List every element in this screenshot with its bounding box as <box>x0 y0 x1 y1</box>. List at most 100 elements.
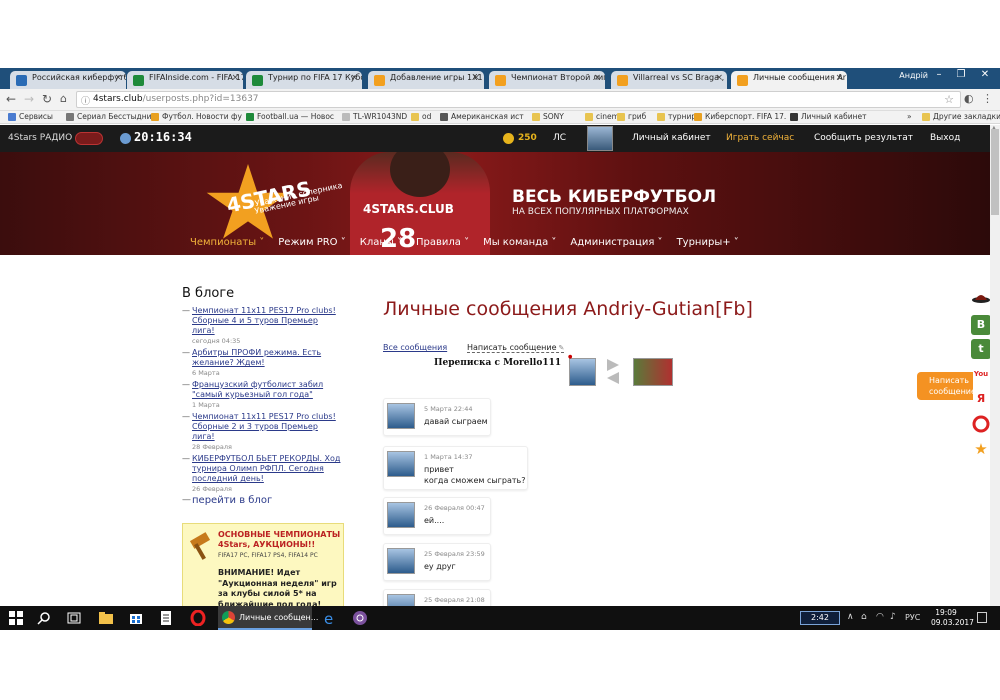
menu-icon[interactable]: ⋮ <box>982 92 993 105</box>
twitter-icon[interactable]: t <box>971 339 991 359</box>
window-user[interactable]: Андрій <box>899 71 928 80</box>
bookmark-item[interactable]: Сериал Бесстыдник <box>66 112 156 121</box>
minimize-button[interactable]: – <box>930 69 948 80</box>
url-input[interactable]: ⓘ 4stars.club/userposts.php?id=13637 ☆ <box>76 91 961 108</box>
tab-close-icon[interactable]: × <box>715 73 723 83</box>
tray-clock[interactable]: 19:09 09.03.2017 <box>931 608 974 628</box>
blog-more-link[interactable]: перейти в блог <box>182 495 272 506</box>
opera-icon[interactable] <box>190 610 206 626</box>
wifi-icon[interactable]: ◠ <box>876 612 884 622</box>
blog-item-title[interactable]: КИБЕРФУТБОЛ БЬЕТ РЕКОРДЫ. Ход турнира Ол… <box>192 454 342 484</box>
menu-rules[interactable]: Правила ˅ <box>416 237 469 248</box>
hat-icon[interactable] <box>971 288 991 308</box>
radio-toggle[interactable] <box>75 132 103 145</box>
tab-close-icon[interactable]: × <box>231 73 239 83</box>
bookmark-item[interactable]: Американская ист <box>440 112 524 121</box>
logout-link[interactable]: Выход <box>930 133 960 143</box>
file-explorer-icon[interactable] <box>98 610 114 626</box>
browser-tab[interactable]: FIFAInside.com - FIFA 17 × <box>127 71 243 89</box>
menu-pro-mode[interactable]: Режим PRO ˅ <box>278 237 345 248</box>
lifebuoy-icon[interactable] <box>971 414 991 434</box>
message-avatar[interactable] <box>387 502 415 528</box>
report-result-link[interactable]: Сообщить результат <box>814 133 913 143</box>
notifications-icon[interactable] <box>977 612 987 623</box>
edge-icon[interactable]: e <box>322 610 338 626</box>
close-window-button[interactable]: ✕ <box>976 69 994 80</box>
tab-close-icon[interactable]: × <box>114 73 122 83</box>
tab-close-icon[interactable]: × <box>593 73 601 83</box>
play-now-link[interactable]: Играть сейчас <box>726 133 794 143</box>
reload-button[interactable]: ↻ <box>42 92 52 106</box>
bookmark-item[interactable]: турнир <box>657 112 696 121</box>
own-avatar[interactable]: ● <box>568 354 596 386</box>
menu-administration[interactable]: Администрация ˅ <box>570 237 662 248</box>
blog-item-title[interactable]: Чемпионат 11х11 PES17 Pro clubs! Сборные… <box>192 306 342 336</box>
partner-avatar[interactable] <box>633 358 673 386</box>
bookmark-item[interactable]: Football.ua — Новос <box>246 112 334 121</box>
user-avatar[interactable] <box>587 126 613 151</box>
blog-item-title[interactable]: Французский футболист забил "самый курье… <box>192 380 342 400</box>
bookmark-item[interactable]: SONY <box>532 112 564 121</box>
extension-icon[interactable]: ◐ <box>964 92 974 105</box>
feedback-tab[interactable]: Написать сообщение <box>917 372 976 400</box>
blog-item-title[interactable]: Арбитры ПРОФИ режима. Есть желание? Ждем… <box>192 348 342 368</box>
vk-icon[interactable]: В <box>971 315 991 335</box>
browser-tab[interactable]: Турнир по FIFA 17 Кубо × <box>246 71 362 89</box>
menu-championships[interactable]: Чемпионаты ˅ <box>190 237 264 248</box>
bookmark-item[interactable]: od <box>411 112 431 121</box>
forward-button[interactable]: → <box>24 92 34 106</box>
message-avatar[interactable] <box>387 403 415 429</box>
blog-item[interactable]: Чемпионат 11х11 PES17 Pro clubs! Сборные… <box>182 412 342 451</box>
tray-expand-icon[interactable]: ∧ <box>847 612 854 622</box>
blog-item[interactable]: Французский футболист забил "самый курье… <box>182 380 342 409</box>
document-icon[interactable] <box>158 610 174 626</box>
blog-item[interactable]: Чемпионат 11х11 PES17 Pro clubs! Сборные… <box>182 306 342 345</box>
taskbar-chrome-task[interactable]: Личные сообщен... <box>218 606 318 630</box>
menu-tournaments[interactable]: Турниры+ ˅ <box>677 237 739 248</box>
volume-icon[interactable]: ♪ <box>890 612 896 622</box>
browser-tab[interactable]: Российская киберфутб × <box>10 71 126 89</box>
windows-start-icon[interactable] <box>8 610 24 626</box>
tray-counter[interactable]: 2:42 <box>800 611 840 625</box>
youtube-icon[interactable]: You <box>971 364 991 384</box>
tab-all-messages[interactable]: Все сообщения <box>383 343 447 352</box>
bookmark-item[interactable]: TL-WR1043ND <box>342 112 407 121</box>
page-scrollbar[interactable]: ▲ ▼ <box>990 125 1000 630</box>
private-messages-link[interactable]: ЛС <box>553 133 566 143</box>
blog-item[interactable]: КИБЕРФУТБОЛ БЬЕТ РЕКОРДЫ. Ход турнира Ол… <box>182 454 342 493</box>
bookmark-item[interactable]: Киберспорт. FIFA 17. <box>694 112 786 121</box>
bookmark-item[interactable]: Сервисы <box>8 112 53 121</box>
back-button[interactable]: ← <box>6 92 16 106</box>
bookmark-star-icon[interactable]: ☆ <box>944 93 954 106</box>
browser-tab[interactable]: Добавление игры 1Х1 с × <box>368 71 484 89</box>
star-icon[interactable]: ★ <box>971 439 991 459</box>
task-view-icon[interactable] <box>66 610 82 626</box>
tab-close-icon[interactable]: × <box>350 73 358 83</box>
network-icon[interactable]: ⌂ <box>861 612 867 622</box>
tab-close-icon[interactable]: × <box>835 73 843 83</box>
browser-tab[interactable]: Villarreal vs SC Braga , 45 × <box>611 71 727 89</box>
browser-tab[interactable]: Чемпионат Второй лиг × <box>489 71 605 89</box>
message-avatar[interactable] <box>387 548 415 574</box>
search-icon[interactable] <box>36 610 52 626</box>
info-icon[interactable]: ⓘ <box>81 94 90 107</box>
other-bookmarks[interactable]: Другие закладки <box>922 112 1000 121</box>
blog-item-title[interactable]: Чемпионат 11х11 PES17 Pro clubs! Сборные… <box>192 412 342 442</box>
browser-tab[interactable]: Личные сообщения Ar × <box>731 71 847 89</box>
scrollbar-thumb[interactable] <box>991 129 999 215</box>
bookmark-item[interactable]: Футбол. Новости фу <box>151 112 242 121</box>
tab-close-icon[interactable]: × <box>472 73 480 83</box>
bookmark-item[interactable]: Личный кабинет <box>790 112 867 121</box>
cabinet-link[interactable]: Личный кабинет <box>632 133 711 143</box>
maximize-button[interactable]: ❐ <box>952 69 970 80</box>
message-avatar[interactable] <box>387 451 415 477</box>
language-indicator[interactable]: РУС <box>905 613 920 622</box>
home-button[interactable]: ⌂ <box>60 92 67 105</box>
bookmarks-more[interactable]: » <box>896 112 912 121</box>
bookmark-item[interactable]: гриб <box>617 112 646 121</box>
viber-icon[interactable] <box>352 610 368 626</box>
store-icon[interactable] <box>128 610 144 626</box>
menu-clans[interactable]: Кланы ˅ <box>360 237 402 248</box>
tab-write-message[interactable]: Написать сообщение ✎ <box>467 343 565 353</box>
menu-team[interactable]: Мы команда ˅ <box>483 237 556 248</box>
